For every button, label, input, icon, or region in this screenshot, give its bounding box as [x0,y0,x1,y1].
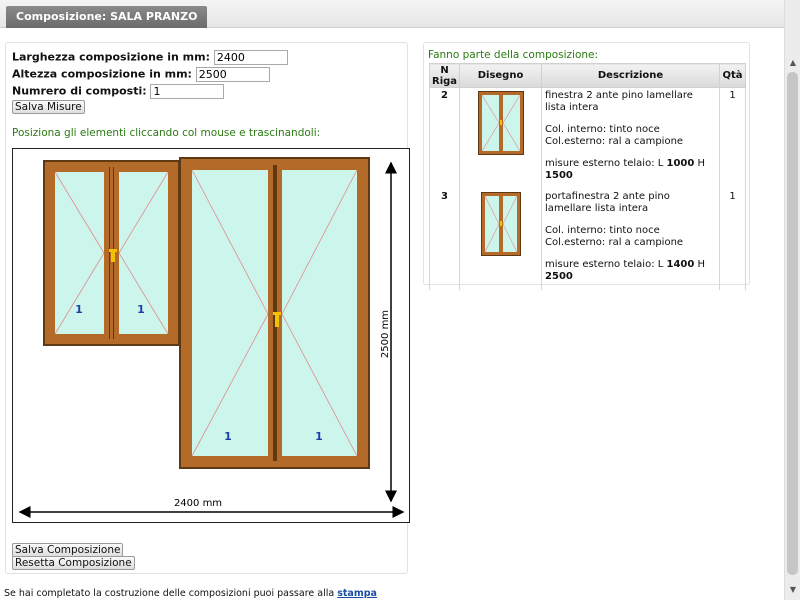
instructions-text: Posiziona gli elementi cliccando col mou… [12,127,321,139]
row-quantity: 1 [719,87,747,189]
width-input[interactable] [213,50,288,65]
composition-tab[interactable]: Composizione: SALA PRANZO [6,6,208,28]
color-internal: Col. interno: tinto noce [545,225,660,236]
measures-prefix: misure esterno telaio: L [545,158,664,169]
save-measures-button[interactable]: Salva Misure [12,100,85,114]
measure-height: 1500 [545,169,573,181]
door-thumbnail-icon [480,192,521,256]
header-quantity: Qtà [719,63,747,88]
row-drawing [459,87,543,189]
row-quantity: 1 [719,189,747,290]
measures-info: misure esterno telaio: L 1400 H 2500 [545,259,716,282]
window-thumbnail-icon [477,91,524,155]
reset-composition-button[interactable]: Resetta Composizione [12,556,135,570]
measures-h-label: H [697,158,706,169]
color-info: Col. interno: tinto noce Col.esterno: ra… [545,124,716,147]
scroll-down-arrow-icon[interactable]: ▼ [790,585,796,594]
header-description: Descrizione [541,63,721,88]
footer-note: Se hai completato la costruzione delle c… [4,588,377,599]
save-composition-button[interactable]: Salva Composizione [12,543,124,557]
description-line: portafinestra 2 ante pino lamellare list… [545,191,670,214]
width-label: Larghezza composizione in mm: [12,50,210,64]
measures-prefix: misure esterno telaio: L [545,259,664,270]
pane-number: 1 [75,303,83,316]
table-row: 2 finestra 2 ante pino lamellare lista i… [428,87,747,189]
color-info: Col. interno: tinto noce Col.esterno: ra… [545,225,716,248]
window-element[interactable]: 1 1 [43,160,180,346]
table-header-row: N Riga Disegno Descrizione Qtà [428,63,747,88]
header-drawing: Disegno [459,63,543,88]
width-dimension-label: 2400 mm [174,498,222,509]
row-description: finestra 2 ante pino lamellare lista int… [541,87,721,189]
row-description: portafinestra 2 ante pino lamellare list… [541,189,721,290]
footer-text: Se hai completato la costruzione delle c… [4,588,335,599]
height-row: Altezza composizione in mm: [12,67,270,82]
row-number: 2 [428,87,461,189]
print-link[interactable]: stampa [337,588,377,599]
composition-canvas[interactable]: 1 1 1 1 2500 mm 2400 mm [12,148,410,523]
count-label: Numrero di composti: [12,84,147,98]
pane-number: 1 [224,430,232,443]
color-external: Col.esterno: ral a campione [545,236,684,248]
pane-number: 1 [137,303,145,316]
row-drawing [459,189,543,290]
row-number: 3 [428,189,461,290]
vertical-scrollbar[interactable]: ▲ ▼ [784,0,800,600]
scrollbar-thumb[interactable] [787,72,798,575]
count-input[interactable] [150,84,225,99]
description-line: finestra 2 ante pino lamellare lista int… [545,90,693,113]
color-internal: Col. interno: tinto noce [545,124,660,135]
color-external: Col.esterno: ral a campione [545,135,684,147]
top-bar: Composizione: SALA PRANZO [0,0,784,28]
height-input[interactable] [195,67,270,82]
scroll-up-arrow-icon[interactable]: ▲ [790,58,796,67]
measures-h-label: H [697,259,706,270]
measures-info: misure esterno telaio: L 1000 H 1500 [545,158,716,181]
composition-editor-panel: Larghezza composizione in mm: Altezza co… [5,42,410,574]
height-label: Altezza composizione in mm: [12,67,192,81]
composition-list-panel: Fanno parte della composizione: N Riga D… [423,42,750,290]
table-row: 3 portafinestra 2 ante pino lamellare li… [428,189,747,290]
composition-list-title: Fanno parte della composizione: [428,49,599,61]
door-window-element[interactable]: 1 1 [179,157,370,469]
measure-width: 1000 [666,158,695,169]
measure-width: 1400 [666,259,695,270]
width-row: Larghezza composizione in mm: [12,50,288,65]
count-row: Numrero di composti: [12,84,225,99]
composition-table: N Riga Disegno Descrizione Qtà 2 finestr… [428,63,747,290]
header-row-number: N Riga [428,63,461,88]
pane-number: 1 [315,430,323,443]
measure-height: 2500 [545,270,573,282]
height-dimension-label: 2500 mm [380,310,391,358]
